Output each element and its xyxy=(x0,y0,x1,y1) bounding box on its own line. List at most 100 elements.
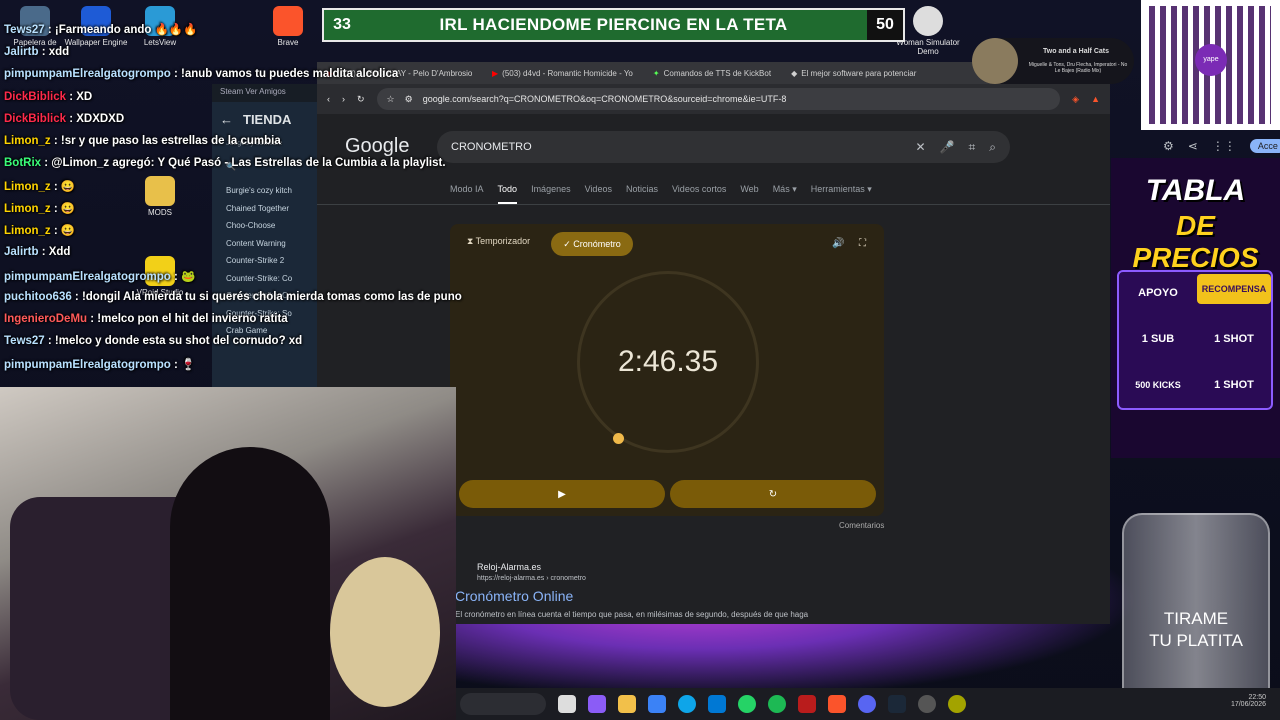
reset-button[interactable]: ↻ xyxy=(670,480,876,508)
store-icon[interactable] xyxy=(648,695,666,713)
steam-game-item[interactable]: Counter-Strike: Co xyxy=(226,270,322,288)
google-logo[interactable]: Google xyxy=(345,135,410,158)
chat-message: Jalirtb : xdd xyxy=(4,46,69,58)
spotify-icon[interactable] xyxy=(768,695,786,713)
share-icon[interactable]: ⋖ xyxy=(1188,139,1198,153)
taskbar: 22:50 17/06/2026 xyxy=(456,688,1280,720)
tab-short-videos[interactable]: Videos cortos xyxy=(672,184,726,204)
sound-icon[interactable]: 🔊 xyxy=(832,238,844,249)
chat-username[interactable]: Tews27 xyxy=(4,335,45,347)
chat-username[interactable]: pimpumpamElrealgatogrompo xyxy=(4,359,171,371)
result-url[interactable]: https://reloj-alarma.es › cronometro xyxy=(455,575,895,582)
chat-username[interactable]: puchitoo636 xyxy=(4,291,72,303)
chat-username[interactable]: DickBiblick xyxy=(4,91,66,103)
chat-username[interactable]: DickBiblick xyxy=(4,113,66,125)
steam-game-item[interactable]: Counter-Strike 2 xyxy=(226,252,322,270)
mic-icon[interactable]: 🎤 xyxy=(940,140,955,154)
chat-username[interactable]: IngenieroDeMu xyxy=(4,313,87,325)
chat-message: Limon_z : !sr y que paso las estrellas d… xyxy=(4,135,281,147)
whatsapp-icon[interactable] xyxy=(738,695,756,713)
desktop-icon-brave[interactable]: Brave xyxy=(253,6,323,47)
rewards-icon[interactable]: ▲ xyxy=(1091,94,1100,104)
lens-icon[interactable]: ⌗ xyxy=(969,140,976,155)
task-view-icon[interactable] xyxy=(558,695,576,713)
steam-store-title[interactable]: TIENDA xyxy=(243,112,291,127)
steam-game-item[interactable]: Choo-Choose xyxy=(226,217,322,235)
google-search-box[interactable]: CRONOMETRO ✕ 🎤 ⌗ ⌕ xyxy=(437,131,1010,163)
steam-game-item[interactable]: Burgie's cozy kitch xyxy=(226,182,322,200)
search-icon[interactable]: ⌕ xyxy=(989,140,996,155)
result-site-name[interactable]: Reloj-Alarma.es xyxy=(455,562,895,572)
chat-username[interactable]: Limon_z xyxy=(4,225,51,237)
brave-taskbar-icon[interactable] xyxy=(828,695,846,713)
apps-icon[interactable]: ⋮⋮ xyxy=(1212,139,1236,153)
clear-icon[interactable]: ✕ xyxy=(915,140,925,154)
chat-username[interactable]: pimpumpamElrealgatogrompo xyxy=(4,68,171,80)
taskbar-search[interactable] xyxy=(460,693,546,715)
tab-tools[interactable]: Herramientas ▾ xyxy=(811,184,872,204)
search-query[interactable]: CRONOMETRO xyxy=(451,141,901,153)
browser-tab[interactable]: ▶ (503) d4vd - Romantic Homicide - Yo xyxy=(482,62,643,84)
game-icon xyxy=(913,6,943,36)
tab-more[interactable]: Más ▾ xyxy=(773,184,797,204)
timer-mode-button[interactable]: ⧗ Temporizador xyxy=(467,236,530,247)
stopwatch-mode-button[interactable]: ✓ Cronómetro xyxy=(551,232,633,256)
chat-username[interactable]: Jalirtb xyxy=(4,46,39,58)
tab-news[interactable]: Noticias xyxy=(626,184,658,204)
row-kicks-right: 1 SHOT xyxy=(1214,379,1254,391)
obs-icon[interactable] xyxy=(918,695,936,713)
chat-username[interactable]: pimpumpamElrealgatogrompo xyxy=(4,271,171,283)
file-explorer-icon[interactable] xyxy=(618,695,636,713)
tip-line-1: TIRAME xyxy=(1163,609,1229,628)
row-sub-left: 1 SUB xyxy=(1141,333,1175,345)
chat-text: : XD xyxy=(66,91,93,103)
fullscreen-icon[interactable]: ⛶ xyxy=(859,238,866,249)
url-text[interactable]: google.com/search?q=CRONOMETRO&oq=CRONOM… xyxy=(423,94,787,104)
chat-username[interactable]: Tews27 xyxy=(4,24,45,36)
chat-username[interactable]: BotRix xyxy=(4,157,41,169)
feedback-link[interactable]: Comentarios xyxy=(839,521,884,530)
play-button[interactable]: ▶ xyxy=(459,480,665,508)
settings-icon[interactable]: ⚙ xyxy=(1163,139,1174,153)
chat-username[interactable]: Limon_z xyxy=(4,181,51,193)
copilot-icon[interactable] xyxy=(588,695,606,713)
browser-tab[interactable]: ◆ El mejor software para potenciar xyxy=(781,62,926,84)
clock-time: 22:50 xyxy=(1248,694,1266,701)
tab-all[interactable]: Todo xyxy=(497,184,518,204)
steam-game-item[interactable]: Content Warning xyxy=(226,235,322,253)
chat-username[interactable]: Limon_z xyxy=(4,135,51,147)
forward-icon[interactable]: › xyxy=(342,94,345,104)
google-header-tools: ⚙ ⋖ ⋮⋮ Acce xyxy=(1163,139,1280,153)
accessibility-button[interactable]: Acce xyxy=(1249,139,1280,153)
edge-icon[interactable] xyxy=(678,695,696,713)
steam-menu[interactable]: Steam Ver Amigos xyxy=(212,84,322,102)
tab-videos[interactable]: Videos xyxy=(585,184,612,204)
reload-icon[interactable]: ↻ xyxy=(357,94,365,105)
bookmark-icon[interactable]: ☆ xyxy=(387,94,395,105)
yape-qr-code: yape xyxy=(1141,0,1280,130)
address-bar[interactable]: ☆ ⚙ google.com/search?q=CRONOMETRO&oq=CR… xyxy=(376,88,1061,110)
desktop-icon-mods[interactable]: MODS xyxy=(125,176,195,217)
result-title[interactable]: Cronómetro Online xyxy=(455,588,895,604)
tab-web[interactable]: Web xyxy=(740,184,758,204)
chat-message: pimpumpamElrealgatogrompo : 🍷 xyxy=(4,357,195,371)
brave-shield-icon[interactable]: ◈ xyxy=(1072,94,1079,105)
browser-tab[interactable]: ✦ Comandos de TTS de KickBot xyxy=(643,62,781,84)
app-icon[interactable] xyxy=(948,695,966,713)
steam-taskbar-icon[interactable] xyxy=(888,695,906,713)
steam-game-item[interactable]: Chained Together xyxy=(226,200,322,218)
row-sub-right: 1 SHOT xyxy=(1214,333,1254,345)
back-arrow-icon[interactable]: ← xyxy=(220,112,233,127)
site-info-icon[interactable]: ⚙ xyxy=(405,94,413,105)
back-icon[interactable]: ‹ xyxy=(327,94,330,104)
tab-images[interactable]: Imágenes xyxy=(531,184,571,204)
system-tray[interactable]: 22:50 17/06/2026 xyxy=(1231,694,1266,708)
dota-icon[interactable] xyxy=(798,695,816,713)
chat-username[interactable]: Limon_z xyxy=(4,203,51,215)
chat-message: pimpumpamElrealgatogrompo : 🐸 xyxy=(4,269,195,283)
chat-text: : 😀 xyxy=(50,181,76,193)
mail-icon[interactable] xyxy=(708,695,726,713)
chat-username[interactable]: Jalirtb xyxy=(4,246,39,258)
tab-ai-mode[interactable]: Modo IA xyxy=(450,184,484,204)
discord-icon[interactable] xyxy=(858,695,876,713)
